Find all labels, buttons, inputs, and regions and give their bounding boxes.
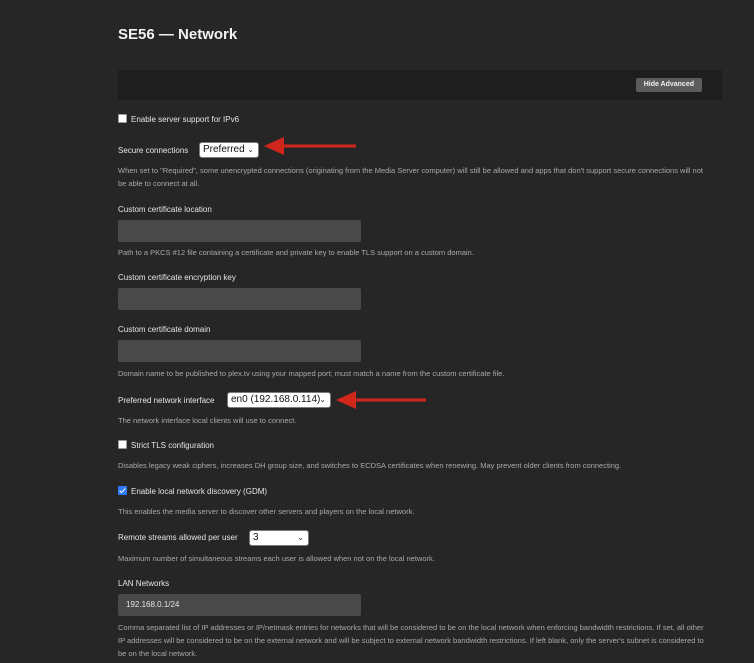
chevron-down-icon: ⌄ (247, 145, 254, 154)
ipv6-label: Enable server support for IPv6 (131, 115, 240, 124)
network-interface-select[interactable]: en0 (192.168.0.114) ⌄ (227, 392, 331, 408)
ipv6-option[interactable]: Enable server support for IPv6 (118, 114, 240, 124)
remote-streams-value: 3 (253, 532, 259, 543)
network-interface-label: Preferred network interface (118, 396, 215, 405)
network-interface-value: en0 (192.168.0.114) (231, 394, 321, 405)
cert-domain-help: Domain name to be published to plex.tv u… (118, 369, 505, 378)
annotation-arrow (336, 391, 426, 409)
cert-key-label: Custom certificate encryption key (118, 273, 236, 282)
advanced-toolbar: Hide Advanced (118, 70, 722, 100)
hide-advanced-button[interactable]: Hide Advanced (635, 78, 702, 92)
lan-networks-input[interactable]: 192.168.0.1/24 (118, 594, 361, 616)
secure-connections-help: When set to "Required", some unencrypted… (118, 166, 703, 188)
ipv6-checkbox[interactable] (118, 114, 127, 124)
remote-streams-label: Remote streams allowed per user (118, 533, 238, 542)
gdm-checkbox[interactable] (118, 486, 127, 496)
secure-connections-value: Preferred (203, 144, 245, 155)
gdm-option[interactable]: Enable local network discovery (GDM) (118, 486, 268, 496)
secure-connections-label: Secure connections (118, 146, 189, 155)
chevron-down-icon: ⌄ (319, 395, 326, 404)
page-title: SE56 — Network (118, 26, 238, 43)
chevron-down-icon: ⌄ (297, 533, 304, 542)
strict-tls-help: Disables legacy weak ciphers, increases … (118, 461, 622, 470)
remote-streams-select[interactable]: 3 ⌄ (249, 530, 309, 546)
cert-domain-input[interactable] (118, 340, 361, 362)
settings-page: SE56 — Network Hide Advanced Enable serv… (0, 0, 754, 663)
lan-networks-help: Comma separated list of IP addresses or … (118, 623, 704, 658)
strict-tls-option[interactable]: Strict TLS configuration (118, 440, 215, 450)
cert-key-input[interactable] (118, 288, 361, 310)
lan-networks-label: LAN Networks (118, 579, 170, 588)
gdm-help: This enables the media server to discove… (118, 507, 415, 516)
cert-domain-label: Custom certificate domain (118, 325, 211, 334)
annotation-arrow (264, 137, 356, 155)
remote-streams-help: Maximum number of simultaneous streams e… (118, 554, 435, 563)
secure-connections-select[interactable]: Preferred ⌄ (199, 142, 259, 158)
strict-tls-label: Strict TLS configuration (131, 441, 215, 450)
network-interface-help: The network interface local clients will… (118, 416, 297, 425)
gdm-label: Enable local network discovery (GDM) (131, 487, 268, 496)
strict-tls-checkbox[interactable] (118, 440, 127, 450)
cert-location-input[interactable] (118, 220, 361, 242)
cert-location-help: Path to a PKCS #12 file containing a cer… (118, 248, 474, 257)
cert-location-label: Custom certificate location (118, 205, 212, 214)
